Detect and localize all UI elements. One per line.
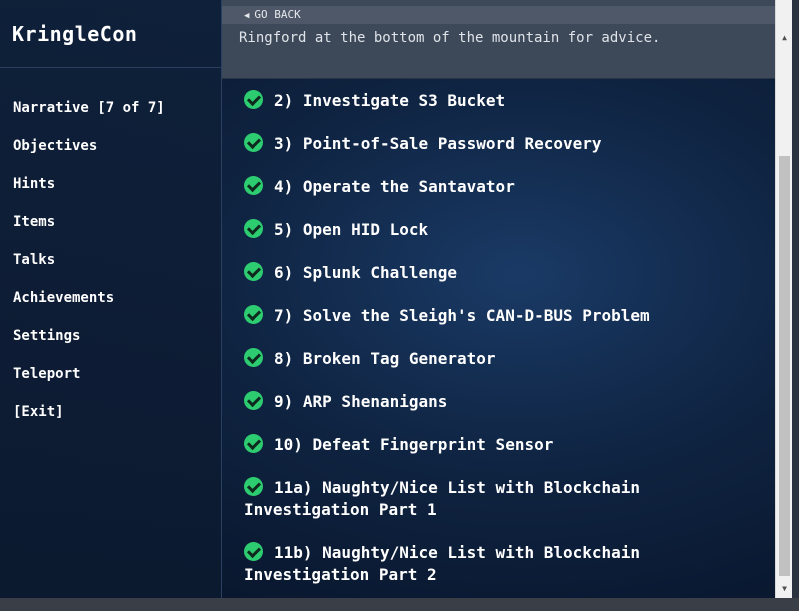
check-circle-icon <box>244 477 263 496</box>
objective-description: Ringford at the bottom of the mountain f… <box>239 30 661 46</box>
nav-item-achievements[interactable]: Achievements <box>13 286 165 324</box>
scroll-down-arrow-icon[interactable]: ▼ <box>776 580 793 597</box>
sidebar-nav: Narrative [7 of 7] Objectives Hints Item… <box>13 96 165 438</box>
check-circle-icon <box>244 176 263 195</box>
objective-item[interactable]: 4) Operate the Santavator <box>244 176 764 198</box>
objective-item[interactable]: 3) Point-of-Sale Password Recovery <box>244 133 764 155</box>
go-back-label: GO BACK <box>254 8 301 21</box>
objectives-panel: ◀ GO BACK Ringford at the bottom of the m… <box>222 0 775 598</box>
scroll-up-arrow-icon[interactable]: ▲ <box>776 29 793 46</box>
back-arrow-icon: ◀ <box>244 11 250 21</box>
nav-item-settings[interactable]: Settings <box>13 324 165 362</box>
go-back-button[interactable]: ◀ GO BACK <box>222 6 775 24</box>
vertical-scrollbar[interactable]: ▲ ▼ <box>775 0 793 598</box>
objective-label: 10) Defeat Fingerprint Sensor <box>274 435 554 454</box>
nav-item-hints[interactable]: Hints <box>13 172 165 210</box>
check-circle-icon <box>244 391 263 410</box>
objective-item[interactable]: 10) Defeat Fingerprint Sensor <box>244 434 764 456</box>
check-circle-icon <box>244 90 263 109</box>
nav-item-exit[interactable]: [Exit] <box>13 400 165 438</box>
objective-item[interactable]: 11a) Naughty/Nice List with Blockchain I… <box>244 477 764 521</box>
objective-label: 11b) Naughty/Nice List with Blockchain I… <box>244 543 641 584</box>
window-edge-bottom <box>0 598 799 611</box>
check-circle-icon <box>244 305 263 324</box>
nav-item-items[interactable]: Items <box>13 210 165 248</box>
objective-label: 8) Broken Tag Generator <box>274 349 496 368</box>
objective-item[interactable]: 8) Broken Tag Generator <box>244 348 764 370</box>
objective-label: 4) Operate the Santavator <box>274 177 515 196</box>
nav-item-narrative[interactable]: Narrative [7 of 7] <box>13 96 165 134</box>
check-circle-icon <box>244 133 263 152</box>
check-circle-icon <box>244 219 263 238</box>
check-circle-icon <box>244 348 263 367</box>
objective-item[interactable]: 6) Splunk Challenge <box>244 262 764 284</box>
sidebar: KringleCon Narrative [7 of 7] Objectives… <box>0 0 222 598</box>
kringlecon-app: KringleCon Narrative [7 of 7] Objectives… <box>0 0 799 611</box>
objective-label: 5) Open HID Lock <box>274 220 429 239</box>
objective-label: 3) Point-of-Sale Password Recovery <box>274 134 602 153</box>
nav-item-talks[interactable]: Talks <box>13 248 165 286</box>
objective-label: 6) Splunk Challenge <box>274 263 458 282</box>
objective-header: ◀ GO BACK Ringford at the bottom of the m… <box>222 0 775 79</box>
objective-label: 2) Investigate S3 Bucket <box>274 91 506 110</box>
objective-label: 7) Solve the Sleigh's CAN-D-BUS Problem <box>274 306 650 325</box>
check-circle-icon <box>244 542 263 561</box>
brand-title: KringleCon <box>12 21 138 46</box>
objective-item[interactable]: 7) Solve the Sleigh's CAN-D-BUS Problem <box>244 305 764 327</box>
window-edge-right <box>792 0 799 611</box>
check-circle-icon <box>244 434 263 453</box>
nav-item-teleport[interactable]: Teleport <box>13 362 165 400</box>
scroll-thumb[interactable] <box>779 156 790 576</box>
check-circle-icon <box>244 262 263 281</box>
objective-item[interactable]: 5) Open HID Lock <box>244 219 764 241</box>
objective-item[interactable]: 11b) Naughty/Nice List with Blockchain I… <box>244 542 764 586</box>
brand-header: KringleCon <box>0 0 221 68</box>
objective-label: 9) ARP Shenanigans <box>274 392 448 411</box>
objectives-list: 2) Investigate S3 Bucket 3) Point-of-Sal… <box>244 90 764 598</box>
objective-item[interactable]: 2) Investigate S3 Bucket <box>244 90 764 112</box>
nav-item-objectives[interactable]: Objectives <box>13 134 165 172</box>
objective-item[interactable]: 9) ARP Shenanigans <box>244 391 764 413</box>
objective-label: 11a) Naughty/Nice List with Blockchain I… <box>244 478 641 519</box>
